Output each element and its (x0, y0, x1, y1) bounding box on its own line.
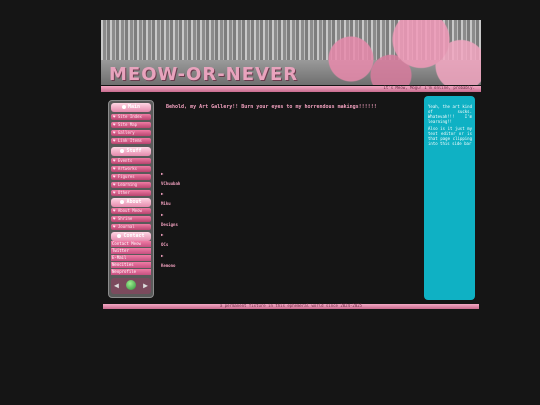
sidebar-item-neocities[interactable]: Neocities (111, 262, 151, 268)
sidebar-section-contact: Contact (111, 232, 151, 241)
sidebar-item-events[interactable]: ♥ Events (111, 158, 151, 164)
sidebar-item-figures[interactable]: ♥ Figures (111, 174, 151, 180)
caret-icon[interactable]: ▶ (161, 191, 163, 196)
caret-icon[interactable]: ▶ (161, 253, 163, 258)
side-note-paragraph-1: Yeah, the art kind of sucks. Whatevah!!!… (428, 104, 472, 124)
category-kemono[interactable]: Kemono (161, 263, 175, 268)
sidebar-item-email[interactable]: E-Mail (111, 255, 151, 261)
page-heading: Behold, my Art Gallery!! Burn your eyes … (166, 104, 377, 110)
sidebar-item-neoprofile[interactable]: Neoprofile (111, 269, 151, 275)
bullet-icon (120, 148, 125, 153)
bullet-icon (121, 104, 126, 109)
banner-artwork (281, 20, 481, 85)
category-designs[interactable]: Designs (161, 222, 178, 227)
caret-icon[interactable]: ▶ (161, 212, 163, 217)
sidebar-item-gallery[interactable]: ♥ Gallery (111, 130, 151, 136)
sidebar-item-link-items[interactable]: ♥ Link Items (111, 138, 151, 144)
sidebar-section-stuff: Stuff (111, 147, 151, 156)
sidebar-item-shrine[interactable]: ♥ Shrine (111, 216, 151, 222)
category-miku[interactable]: Miku (161, 201, 171, 206)
sidebar-item-site-index[interactable]: ♥ Site Index (111, 114, 151, 120)
next-button[interactable]: ▶ (143, 281, 148, 291)
music-player: ◀ ▶ (111, 278, 151, 294)
footer-text: a permanent fixture in this ephemeral wo… (219, 303, 363, 308)
prev-button[interactable]: ◀ (114, 281, 119, 291)
category-vchuubah[interactable]: VChuubah (161, 181, 180, 186)
side-note-box: Yeah, the art kind of sucks. Whatevah!!!… (424, 96, 475, 300)
sidebar-item-site-map[interactable]: ♥ Site Map (111, 122, 151, 128)
tagline: It's Meow, Mogu! I'm online, probably. (383, 85, 475, 90)
sidebar-item-twitter[interactable]: Twitter (111, 248, 151, 254)
sidebar-item-learning[interactable]: ♥ Learning (111, 182, 151, 188)
tagline-bar: It's Meow, Mogu! I'm online, probably. (101, 85, 481, 92)
caret-icon[interactable]: ▶ (161, 171, 163, 176)
bullet-icon (117, 233, 122, 238)
bullet-icon (120, 199, 125, 204)
sidebar-item-about-meow[interactable]: ♥ About Meow (111, 208, 151, 214)
sidebar-nav: Main ♥ Site Index ♥ Site Map ♥ Gallery ♥… (108, 100, 154, 298)
caret-icon[interactable]: ▶ (161, 232, 163, 237)
category-ocs[interactable]: OCs (161, 242, 168, 247)
sidebar-section-main: Main (111, 103, 151, 112)
sidebar-item-journal[interactable]: ♥ Journal (111, 224, 151, 230)
sidebar-item-other[interactable]: ♥ Other (111, 190, 151, 196)
footer-bar: a permanent fixture in this ephemeral wo… (103, 303, 479, 309)
main-content: Behold, my Art Gallery!! Burn your eyes … (156, 96, 416, 301)
sidebar-item-artworks[interactable]: ♥ Artworks (111, 166, 151, 172)
globe-icon[interactable] (126, 280, 136, 290)
site-banner: MEOW-OR-NEVER (101, 20, 481, 85)
sidebar-item-contact-meow[interactable]: Contact Meow (111, 241, 151, 247)
site-logo: MEOW-OR-NEVER (109, 64, 299, 85)
side-note-paragraph-2: Also is it just my text editor or is tha… (428, 126, 472, 146)
sidebar-section-about: About (111, 198, 151, 207)
